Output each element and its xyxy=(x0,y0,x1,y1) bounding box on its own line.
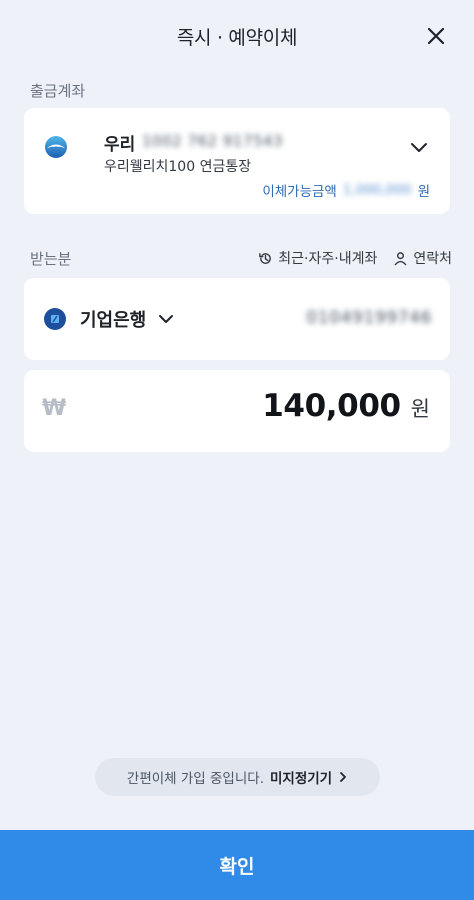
amount-value[interactable]: 140,000 xyxy=(262,388,401,424)
history-icon xyxy=(259,252,272,264)
recipient-shortcuts: 최근·자주·내계좌 연락처 xyxy=(258,248,452,268)
chevron-down-icon[interactable] xyxy=(408,136,430,158)
contacts-link[interactable]: 연락처 xyxy=(393,248,452,268)
close-button[interactable] xyxy=(422,22,450,50)
chevron-down-icon xyxy=(159,315,174,323)
ibk-mark-icon xyxy=(51,315,59,323)
woori-bank-logo-icon xyxy=(45,136,67,158)
source-bank-name: 우리 xyxy=(104,135,136,155)
simple-transfer-notice: 간편이체 가입 중입니다. 미지정기기 xyxy=(95,758,380,796)
recent-accounts-label: 최근·자주·내계좌 xyxy=(278,251,378,267)
source-account-number: 1002 762 917543 xyxy=(142,132,284,150)
amount-display: 140,000 원 xyxy=(262,388,430,424)
chevron-right-icon xyxy=(340,772,346,782)
recipient-card: 기업은행 01049199746 xyxy=(24,278,450,360)
close-icon xyxy=(427,27,445,45)
recipient-bank-name: 기업은행 xyxy=(80,310,147,331)
balance-unit: 원 xyxy=(417,184,430,200)
won-currency-icon: ₩ xyxy=(42,396,67,421)
source-section-label: 출금계좌 xyxy=(30,82,86,100)
recipient-section-label: 받는분 xyxy=(30,250,72,268)
balance-amount: 1,000,000 xyxy=(342,182,412,198)
unregistered-device-link[interactable]: 미지정기기 xyxy=(270,767,348,787)
person-icon xyxy=(395,251,407,265)
page-title: 즉시 · 예약이체 xyxy=(176,26,298,49)
amount-card[interactable]: ₩ 140,000 원 xyxy=(24,370,450,452)
confirm-button[interactable]: 확인 xyxy=(0,830,474,900)
source-account-card[interactable]: 우리 1002 762 917543 우리웰리치100 연금통장 이체가능금액 … xyxy=(24,108,450,214)
recent-accounts-link[interactable]: 최근·자주·내계좌 xyxy=(258,248,377,268)
contacts-label: 연락처 xyxy=(413,251,452,267)
notice-action-label: 미지정기기 xyxy=(269,771,333,787)
ibk-bank-logo-icon xyxy=(44,308,66,330)
amount-unit: 원 xyxy=(410,397,430,421)
recipient-bank-select[interactable]: 기업은행 xyxy=(80,306,176,332)
notice-text: 간편이체 가입 중입니다. xyxy=(126,771,264,787)
balance-label: 이체가능금액 xyxy=(262,184,337,200)
available-balance: 이체가능금액 1,000,000 원 xyxy=(262,180,430,200)
source-account-product: 우리웰리치100 연금통장 xyxy=(104,159,252,175)
header: 즉시 · 예약이체 xyxy=(0,0,474,72)
recipient-account-input[interactable]: 01049199746 xyxy=(306,308,432,328)
